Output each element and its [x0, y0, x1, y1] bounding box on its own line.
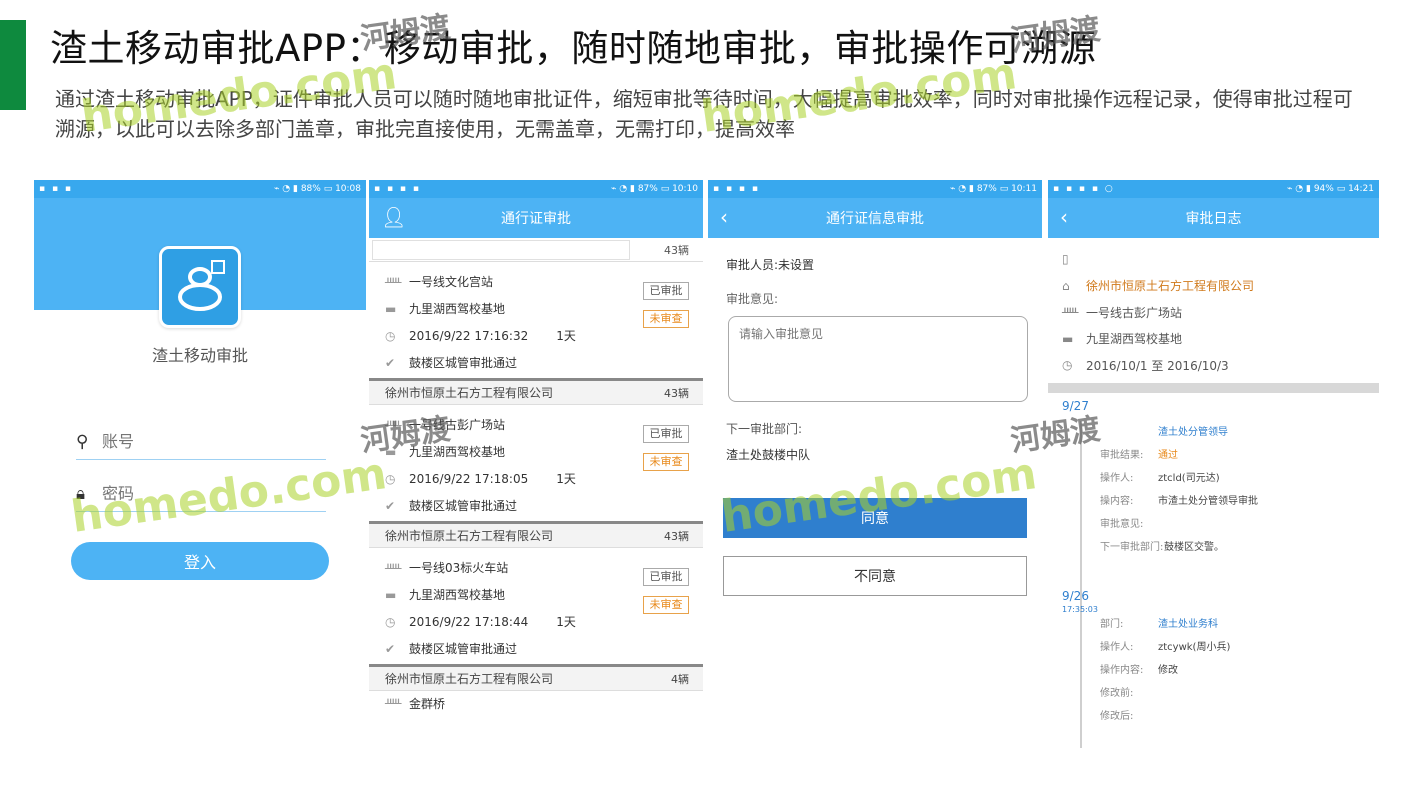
- opinion-input[interactable]: [728, 316, 1028, 402]
- clock-icon: ◷: [385, 614, 396, 629]
- status-right: ⌁ ◔ ▮ 94% ▭ 14:21: [1287, 184, 1374, 194]
- status-bar: ▪ ▪ ▪ ▪ ○ ⌁ ◔ ▮ 94% ▭ 14:21: [1048, 180, 1379, 198]
- password-field: 🔒︎: [76, 476, 326, 512]
- username-field: ⚲: [76, 424, 326, 460]
- back-icon[interactable]: ‹: [720, 206, 728, 228]
- status-bar: ▪ ▪ ▪ ▪ ⌁ ◔ ▮ 87% ▭ 10:11: [708, 180, 1042, 198]
- check-icon: ✔: [385, 641, 396, 656]
- approval-timeline: 9/27 渣土处分管领导 审批结果: 通过 操作人: ztcld(司元达) 操内容:…: [1048, 393, 1379, 748]
- status-bar: ▪ ▪ ▪ ▪ ⌁ ◔ ▮ 87% ▭ 10:10: [369, 180, 703, 198]
- approved-badge: 已审批: [643, 282, 689, 300]
- section-divider: [1048, 382, 1379, 393]
- company-row: 徐州市恒原土石方工程有限公司 43辆: [369, 381, 703, 405]
- unreviewed-badge: 未审查: [643, 453, 689, 471]
- next-dept-value: 渣土处鼓楼中队: [726, 448, 811, 462]
- site-icon: ▬: [1062, 331, 1074, 346]
- slide-description: 通过渣土移动审批APP，证件审批人员可以随时随地审批证件，缩短审批等待时间，大幅…: [55, 87, 1353, 141]
- permit-card[interactable]: ᚊ 一号线文化宫站 ▬ 九里湖西驾校基地 ◷ 2016/9/22 17:16:32 1天…: [369, 262, 703, 381]
- approved-badge: 已审批: [643, 425, 689, 443]
- check-icon: ✔: [385, 498, 396, 513]
- disagree-button[interactable]: 不同意: [723, 556, 1027, 596]
- route-icon: ᚊ: [1062, 305, 1079, 320]
- notification-icons: ▪ ▪ ▪ ▪ ○: [1053, 184, 1115, 194]
- permit-card[interactable]: ᚊ 一号线古彭广场站 ▬ 九里湖西驾校基地 ◷ 2016/9/22 17:18:05 1…: [369, 405, 703, 524]
- log-row: 部门: 渣土处业务科: [1100, 618, 1218, 630]
- site-icon: ▬: [385, 301, 397, 316]
- status-right: ⌁ ◔ ▮ 87% ▭ 10:11: [950, 184, 1037, 194]
- approved-badge: 已审批: [643, 568, 689, 586]
- site-icon: ▬: [385, 444, 397, 459]
- home-icon: ⌂: [1062, 278, 1070, 293]
- slide-title: 渣土移动审批APP：移动审批，随时随地审批，审批操作可溯源: [50, 27, 1097, 70]
- nav-title: 审批日志: [1185, 211, 1242, 227]
- log-row: 操作人: ztcywk(周小兵): [1100, 641, 1231, 653]
- log-row: 下一审批部门: 鼓楼区交警。: [1100, 541, 1224, 553]
- app-logo: [159, 246, 241, 328]
- unreviewed-badge: 未审查: [643, 596, 689, 614]
- nav-bar: ‹ 通行证信息审批: [708, 198, 1042, 238]
- back-icon[interactable]: ‹: [1060, 206, 1068, 228]
- stamp-icon: [178, 260, 225, 311]
- document-icon: ▯: [1062, 252, 1069, 267]
- route-icon: ᚊ: [385, 696, 402, 710]
- phone-permit-list-screen: ▪ ▪ ▪ ▪ ⌁ ◔ ▮ 87% ▭ 10:10 👤︎ 通行证审批 43辆 ᚊ…: [369, 180, 703, 748]
- phone-approval-detail-screen: ▪ ▪ ▪ ▪ ⌁ ◔ ▮ 87% ▭ 10:11 ‹ 通行证信息审批 审批人员…: [708, 180, 1042, 748]
- list-item[interactable]: ᚊ 金群桥: [369, 691, 703, 715]
- log-row: 渣土处分管领导: [1158, 426, 1228, 438]
- status-right: ⌁ ◔ ▮ 87% ▭ 10:10: [611, 184, 698, 194]
- next-dept-label: 下一审批部门:: [726, 422, 803, 436]
- log-row: 操内容: 市渣土处分管领导审批: [1100, 495, 1258, 507]
- company-row: 徐州市恒原土石方工程有限公司 43辆: [369, 524, 703, 548]
- nav-title: 通行证审批: [501, 211, 571, 227]
- reviewer-label: 审批人员:未设置: [726, 258, 815, 272]
- profile-icon[interactable]: 👤︎: [381, 206, 406, 228]
- username-input[interactable]: [102, 432, 302, 451]
- clock-icon: ◷: [1062, 358, 1073, 373]
- log-date: 9/26: [1062, 588, 1089, 603]
- password-input[interactable]: [102, 484, 302, 503]
- site-icon: ▬: [385, 587, 397, 602]
- permit-card[interactable]: ᚊ 一号线03标火车站 ▬ 九里湖西驾校基地 ◷ 2016/9/22 17:18:44…: [369, 548, 703, 667]
- unreviewed-badge: 未审查: [643, 310, 689, 328]
- nav-bar: 👤︎ 通行证审批: [369, 198, 703, 238]
- phone-approval-log-screen: ▪ ▪ ▪ ▪ ○ ⌁ ◔ ▮ 94% ▭ 14:21 ‹ 审批日志 ▯ ⌂ 徐州…: [1048, 180, 1379, 748]
- log-row: 修改前:: [1100, 687, 1134, 699]
- status-bar: ▪ ▪ ▪ ⌁ ◔ ▮ 88% ▭ 10:08: [34, 180, 366, 198]
- title-accent-bar: [0, 20, 26, 110]
- permit-info: ▯ ⌂ 徐州市恒原土石方工程有限公司 ᚊ 一号线古彭广场站 ▬ 九里湖西驾校基地 ◷ 2…: [1062, 252, 1255, 373]
- log-row: 审批结果: 通过: [1100, 449, 1178, 461]
- header-count: 43辆: [664, 243, 689, 257]
- check-icon: ✔: [385, 355, 396, 370]
- company-row: 徐州市恒原土石方工程有限公司 4辆: [369, 667, 703, 691]
- route-icon: ᚊ: [385, 274, 402, 289]
- clock-icon: ◷: [385, 471, 396, 486]
- notification-icons: ▪ ▪ ▪ ▪: [374, 184, 421, 194]
- nav-title: 通行证信息审批: [826, 211, 924, 227]
- log-row: 操作人: ztcld(司元达): [1100, 472, 1220, 484]
- status-right: ⌁ ◔ ▮ 88% ▭ 10:08: [274, 184, 361, 194]
- app-name: 渣土移动审批: [151, 346, 248, 365]
- lock-icon: 🔒︎: [76, 483, 86, 504]
- search-row: 43辆: [369, 238, 703, 262]
- clock-icon: ◷: [385, 328, 396, 343]
- log-time: 17:35:03: [1062, 604, 1098, 614]
- login-button[interactable]: 登入: [71, 542, 329, 580]
- notification-icons: ▪ ▪ ▪: [39, 184, 74, 194]
- log-row: 操作内容: 修改: [1100, 664, 1178, 676]
- timeline-line: [1080, 420, 1082, 748]
- log-row: 修改后:: [1100, 710, 1134, 722]
- route-icon: ᚊ: [385, 560, 402, 575]
- phone-login-screen: ▪ ▪ ▪ ⌁ ◔ ▮ 88% ▭ 10:08 渣土移动审批 ⚲ 🔒︎ 登入: [34, 180, 366, 748]
- nav-bar: ‹ 审批日志: [1048, 198, 1379, 238]
- user-icon: ⚲: [76, 431, 89, 452]
- log-date: 9/27: [1062, 398, 1089, 413]
- opinion-label: 审批意见:: [726, 292, 779, 306]
- agree-button[interactable]: 同意: [723, 498, 1027, 538]
- route-icon: ᚊ: [385, 417, 402, 432]
- log-row: 审批意见:: [1100, 518, 1144, 530]
- notification-icons: ▪ ▪ ▪ ▪: [713, 184, 760, 194]
- search-input[interactable]: [372, 239, 630, 260]
